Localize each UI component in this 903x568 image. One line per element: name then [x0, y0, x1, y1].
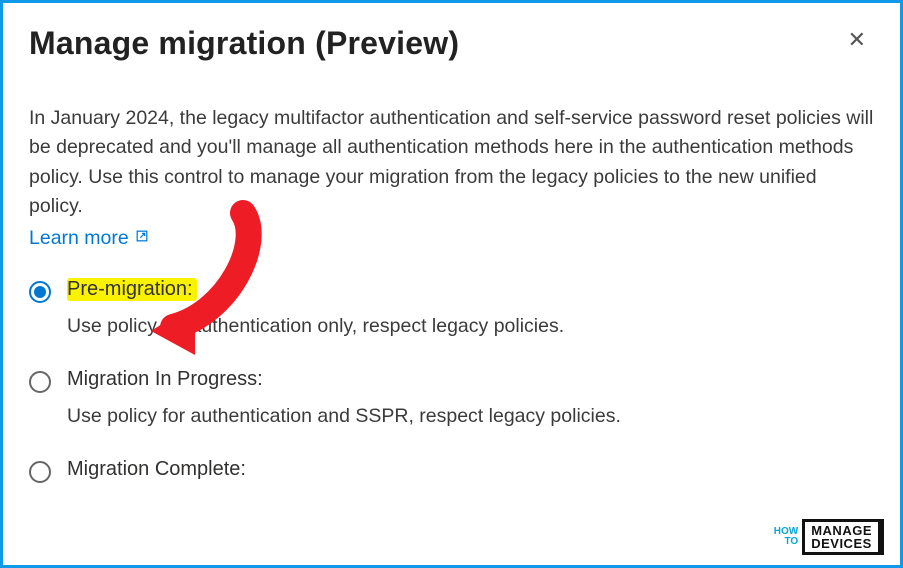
dialog-title: Manage migration (Preview) — [29, 25, 459, 62]
option-description: Use policy for authentication and SSPR, … — [67, 405, 874, 428]
option-migration-complete[interactable]: Migration Complete: — [29, 458, 874, 483]
option-pre-migration[interactable]: Pre-migration: Use policy for authentica… — [29, 278, 874, 362]
radio-migration-in-progress[interactable] — [29, 371, 51, 393]
option-migration-in-progress[interactable]: Migration In Progress: Use policy for au… — [29, 368, 874, 452]
learn-more-label: Learn more — [29, 227, 129, 250]
external-link-icon — [135, 229, 149, 248]
watermark-devices: DEVICES — [811, 537, 872, 550]
dialog-description: In January 2024, the legacy multifactor … — [29, 104, 874, 221]
option-label: Migration Complete: — [67, 458, 246, 481]
dialog-header: Manage migration (Preview) ✕ — [29, 25, 874, 62]
option-label: Pre-migration: — [67, 278, 197, 301]
learn-more-link[interactable]: Learn more — [29, 227, 149, 250]
radio-migration-complete[interactable] — [29, 461, 51, 483]
watermark-logo: HOW TO MANAGE DEVICES — [774, 519, 884, 555]
radio-pre-migration[interactable] — [29, 281, 51, 303]
close-button[interactable]: ✕ — [840, 25, 874, 55]
close-icon: ✕ — [848, 27, 866, 52]
option-label: Migration In Progress: — [67, 368, 263, 391]
watermark-to: TO — [774, 537, 798, 547]
option-description: Use policy for authentication only, resp… — [67, 315, 874, 338]
migration-options: Pre-migration: Use policy for authentica… — [29, 278, 874, 483]
dialog-frame: Manage migration (Preview) ✕ In January … — [0, 0, 903, 568]
